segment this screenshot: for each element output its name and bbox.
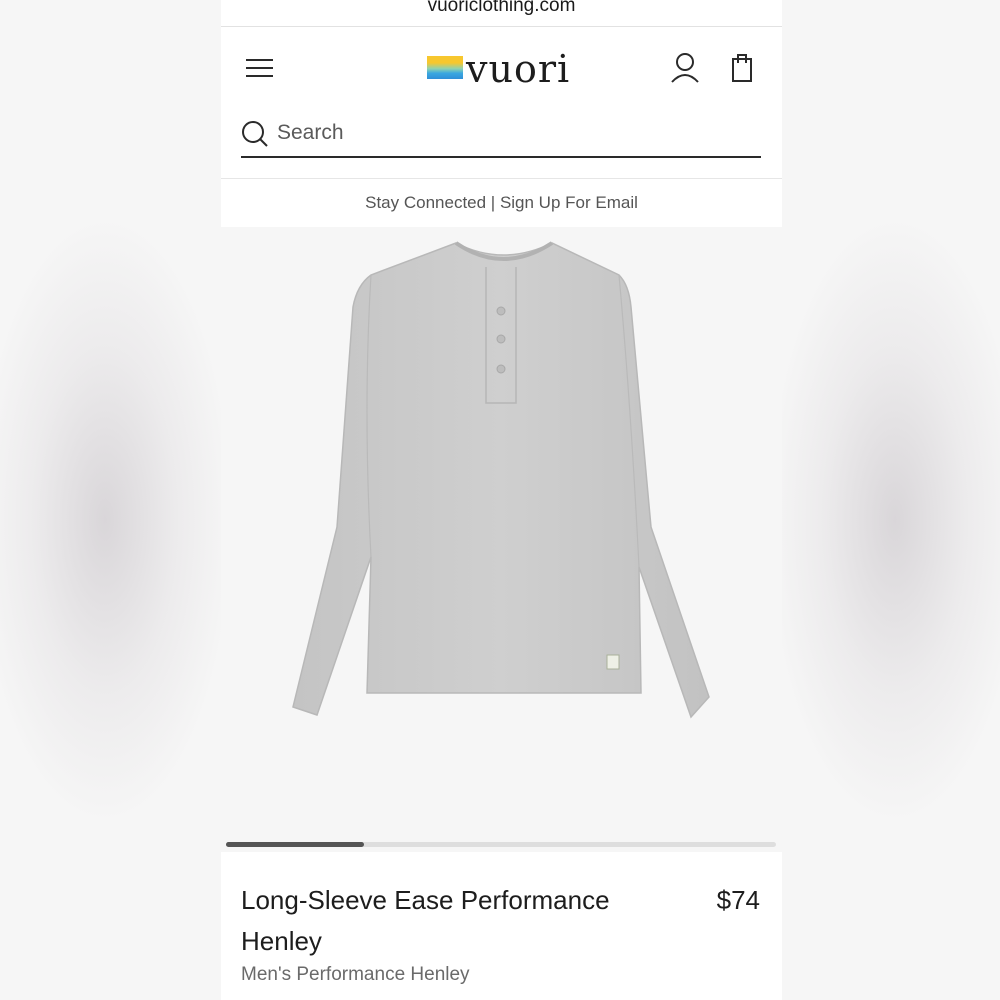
browser-address-bar[interactable]: vuoriclothing.com xyxy=(221,0,782,27)
shopping-bag-icon[interactable] xyxy=(729,51,755,83)
hamburger-menu-icon[interactable] xyxy=(246,57,274,79)
brand-logo[interactable]: vuori xyxy=(426,47,586,91)
product-image[interactable] xyxy=(221,227,782,852)
search-bar[interactable] xyxy=(241,112,761,158)
site-header: vuori xyxy=(221,27,782,177)
gallery-scroll-indicator[interactable] xyxy=(226,842,776,847)
product-title[interactable]: Long-Sleeve Ease Performance Henley xyxy=(241,880,661,962)
email-signup-banner[interactable]: Stay Connected | Sign Up For Email xyxy=(221,178,782,228)
url-text[interactable]: vuoriclothing.com xyxy=(221,0,782,17)
search-input[interactable] xyxy=(277,118,747,148)
logo-gradient-mark xyxy=(427,56,463,79)
product-details: Long-Sleeve Ease Performance Henley $74 … xyxy=(221,852,782,1000)
gallery-scroll-thumb[interactable] xyxy=(226,842,364,847)
user-icon[interactable] xyxy=(669,51,701,85)
brand-wordmark: vuori xyxy=(466,47,571,91)
product-category: Men's Performance Henley xyxy=(241,964,470,985)
product-price: $74 xyxy=(716,885,760,915)
search-icon[interactable] xyxy=(241,120,269,148)
henley-shirt-illustration xyxy=(292,241,710,719)
mobile-screen: vuoriclothing.com vuori Search Stay Conn… xyxy=(221,0,782,1000)
